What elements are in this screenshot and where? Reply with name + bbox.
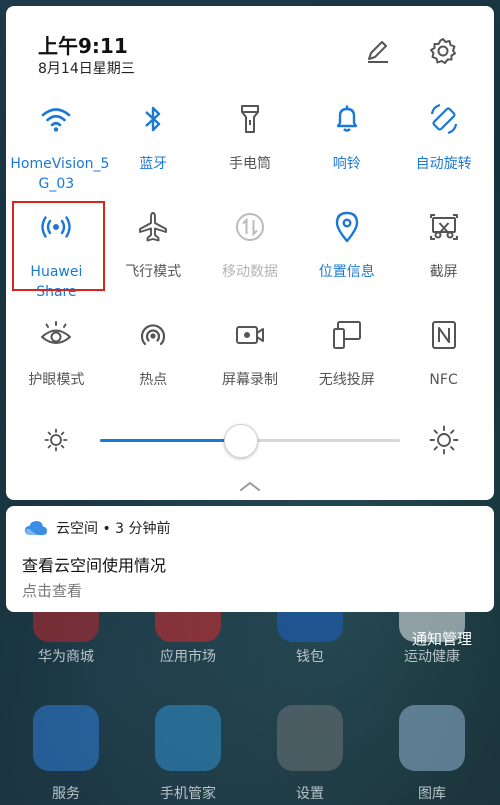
app-gallery[interactable]: 图库 <box>382 705 482 803</box>
notification-subtitle: 点击查看 <box>22 582 83 600</box>
app-huawei-mall[interactable]: 华为商城 <box>16 612 116 666</box>
tile-hotspot[interactable]: 热点 <box>105 314 202 422</box>
notification-manage-link[interactable]: 通知管理 <box>412 628 472 649</box>
app-label: 手机管家 <box>160 786 216 802</box>
app-label: 设置 <box>296 786 324 802</box>
app-label: 应用市场 <box>160 649 216 665</box>
app-wallet[interactable]: 钱包 <box>260 612 360 666</box>
notification-card[interactable]: 云空间 • 3 分钟前 查看云空间使用情况 点击查看 <box>6 506 494 612</box>
app-label: 图库 <box>418 786 446 802</box>
tile-label: 蓝牙 <box>139 156 168 172</box>
airplane-icon <box>136 210 170 244</box>
app-services[interactable]: 服务 <box>16 705 116 803</box>
tile-auto-rotate[interactable]: 自动旋转 <box>395 98 492 206</box>
app-app-market[interactable]: 应用市场 <box>138 612 238 666</box>
tile-label: 飞行模式 <box>125 264 182 280</box>
tile-ringer[interactable]: 响铃 <box>298 98 395 206</box>
app-settings[interactable]: 设置 <box>260 705 360 803</box>
nfc-icon <box>427 318 461 352</box>
tile-label: 屏幕录制 <box>221 372 278 388</box>
wifi-icon <box>39 102 73 136</box>
tile-wifi[interactable]: HomeVision_5 G_03 <box>8 98 110 206</box>
tile-label: HomeVision_5 G_03 <box>10 156 110 192</box>
brightness-thumb[interactable] <box>224 424 258 458</box>
brightness-fill <box>100 439 241 442</box>
brightness-low-icon <box>42 426 70 458</box>
brightness-slider[interactable] <box>6 424 494 466</box>
eye-icon <box>39 318 73 352</box>
notification-app-name: 云空间 • 3 分钟前 <box>56 521 171 537</box>
tile-screen-record[interactable]: 屏幕录制 <box>202 314 299 422</box>
tile-airplane-mode[interactable]: 飞行模式 <box>105 206 202 314</box>
cloud-icon <box>24 519 48 541</box>
tile-label: 自动旋转 <box>415 156 472 172</box>
flashlight-icon <box>233 102 267 136</box>
tile-label: 移动数据 <box>221 264 278 280</box>
quick-settings-panel: 上午9:11 8月14日星期三 HomeVision_5 G_03 蓝牙 手电筒… <box>6 6 494 500</box>
gallery-icon <box>399 705 465 771</box>
screenshot-icon <box>427 210 461 244</box>
app-label: 华为商城 <box>38 649 94 665</box>
tile-screenshot[interactable]: 截屏 <box>395 206 492 314</box>
phone-manager-icon <box>155 705 221 771</box>
collapse-chevron-icon[interactable] <box>238 478 262 492</box>
status-time: 上午9:11 <box>38 34 128 58</box>
huawei-mall-icon <box>33 612 99 642</box>
tile-label: 位置信息 <box>318 264 375 280</box>
bell-icon <box>330 102 364 136</box>
services-icon <box>33 705 99 771</box>
tile-label: 截屏 <box>429 264 458 280</box>
app-phone-manager[interactable]: 手机管家 <box>138 705 238 803</box>
hotspot-icon <box>136 318 170 352</box>
tile-label: 护眼模式 <box>28 372 85 388</box>
settings-icon <box>277 705 343 771</box>
bluetooth-icon <box>136 102 170 136</box>
gear-icon[interactable] <box>428 36 458 66</box>
tile-eye-comfort[interactable]: 护眼模式 <box>8 314 105 422</box>
tile-label: 无线投屏 <box>318 372 375 388</box>
tile-flashlight[interactable]: 手电筒 <box>202 98 299 206</box>
brightness-high-icon <box>428 424 460 460</box>
location-icon <box>330 210 364 244</box>
tile-mobile-data[interactable]: 移动数据 <box>202 206 299 314</box>
app-label: 运动健康 <box>404 649 460 665</box>
app-market-icon <box>155 612 221 642</box>
brightness-track[interactable] <box>100 424 400 458</box>
tile-label: 热点 <box>139 372 168 388</box>
tile-wireless-projection[interactable]: 无线投屏 <box>298 314 395 422</box>
edit-icon[interactable] <box>362 36 392 66</box>
mobile-data-icon <box>233 210 267 244</box>
app-label: 服务 <box>52 786 80 802</box>
wallet-icon <box>277 612 343 642</box>
notification-title: 查看云空间使用情况 <box>22 556 167 575</box>
app-label: 钱包 <box>296 649 324 665</box>
status-date: 8月14日星期三 <box>38 61 135 77</box>
tile-nfc[interactable]: NFC <box>395 314 492 422</box>
tile-label: 响铃 <box>332 156 361 172</box>
tile-bluetooth[interactable]: 蓝牙 <box>105 98 202 206</box>
tile-location[interactable]: 位置信息 <box>298 206 395 314</box>
huawei-share-highlight <box>12 201 105 291</box>
rotate-icon <box>427 102 461 136</box>
wireless-projection-icon <box>330 318 364 352</box>
screen-record-icon <box>233 318 267 352</box>
tile-label: 手电筒 <box>228 156 271 172</box>
tile-label: NFC <box>429 372 458 388</box>
